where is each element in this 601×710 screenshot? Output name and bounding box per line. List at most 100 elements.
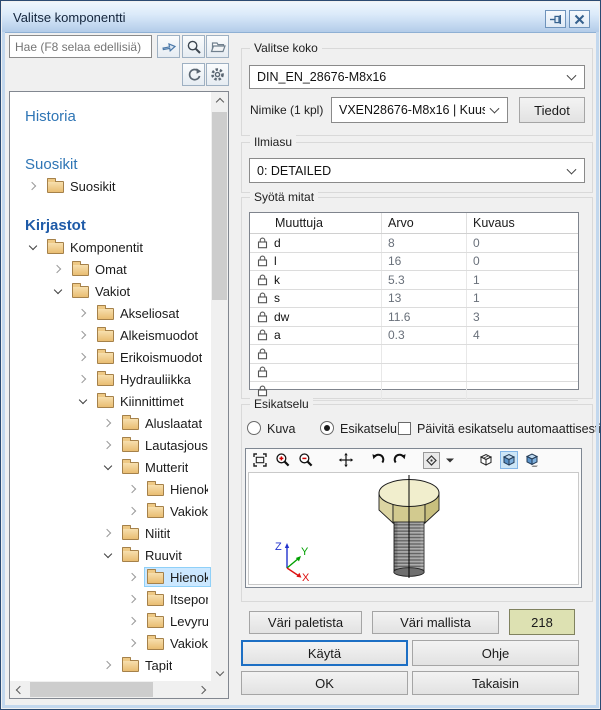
variable-value[interactable]: 16 xyxy=(381,253,466,271)
settings-button[interactable] xyxy=(206,63,229,86)
tree-item[interactable]: Kiinnittimet xyxy=(10,390,211,412)
auto-update-checkbox[interactable] xyxy=(398,422,411,435)
lock-icon[interactable] xyxy=(257,366,268,378)
tree-chevron-icon[interactable] xyxy=(122,610,144,632)
zoom-out-icon[interactable] xyxy=(297,451,315,469)
scroll-left-arrow[interactable] xyxy=(10,681,27,698)
size-select[interactable]: DIN_EN_28676-M8x16 xyxy=(249,65,585,89)
shaded-edges-view-icon[interactable] xyxy=(523,451,541,469)
tree-chevron-icon[interactable] xyxy=(97,522,119,544)
browse-folder-button[interactable] xyxy=(206,35,229,58)
tree-item[interactable]: Aluslaatat xyxy=(10,412,211,434)
pin-button[interactable] xyxy=(545,10,566,28)
lock-icon[interactable] xyxy=(257,385,268,397)
tree-item[interactable]: Levyruuv xyxy=(10,610,211,632)
tree-chevron-icon[interactable] xyxy=(47,280,69,302)
image-radio[interactable] xyxy=(247,421,261,435)
variable-value[interactable]: 13 xyxy=(381,290,466,308)
preview-radio[interactable] xyxy=(320,421,334,435)
tree-item[interactable]: Omat xyxy=(10,258,211,280)
tree-item[interactable]: Suosikit xyxy=(10,153,211,175)
lock-icon[interactable] xyxy=(257,348,268,360)
lock-icon[interactable] xyxy=(257,237,268,249)
tree-chevron-icon[interactable] xyxy=(122,478,144,500)
refresh-button[interactable] xyxy=(182,63,205,86)
tree-chevron-icon[interactable] xyxy=(97,654,119,676)
search-button[interactable] xyxy=(182,35,205,58)
scroll-right-arrow[interactable] xyxy=(194,681,211,698)
zoom-to-fit-icon[interactable] xyxy=(251,451,269,469)
rotate-right-icon[interactable] xyxy=(391,451,409,469)
tree-item[interactable]: Suosikit xyxy=(10,175,211,197)
tree-item[interactable]: Niitit xyxy=(10,522,211,544)
variable-value[interactable] xyxy=(381,345,466,363)
search-go-button[interactable] xyxy=(157,35,180,58)
help-button[interactable]: Ohje xyxy=(412,640,579,666)
scroll-down-arrow[interactable] xyxy=(211,664,228,681)
lock-icon[interactable] xyxy=(257,292,268,304)
nimike-select[interactable]: VXEN28676-M8x16 | Kuusio xyxy=(331,97,508,123)
pan-icon[interactable] xyxy=(337,451,355,469)
tree-item[interactable]: Ruuvit xyxy=(10,544,211,566)
tree-item[interactable]: Vakiokie xyxy=(10,632,211,654)
lock-icon[interactable] xyxy=(257,329,268,341)
apply-button[interactable]: Käytä xyxy=(241,640,408,666)
vertical-scrollbar-thumb[interactable] xyxy=(212,112,227,300)
tree-item[interactable]: Itsepora xyxy=(10,588,211,610)
tree-item[interactable]: Akseliosat xyxy=(10,302,211,324)
lock-icon[interactable] xyxy=(257,311,268,323)
variable-value[interactable] xyxy=(381,382,466,400)
tree-item[interactable]: Komponentit xyxy=(10,236,211,258)
tree-item[interactable]: Hydrauliikka xyxy=(10,368,211,390)
appearance-select[interactable]: 0: DETAILED xyxy=(249,158,585,183)
table-row[interactable]: l 16 0 xyxy=(250,253,578,272)
scroll-up-arrow[interactable] xyxy=(211,92,228,109)
ok-button[interactable]: OK xyxy=(241,671,408,695)
tree-chevron-icon[interactable] xyxy=(72,324,94,346)
horizontal-scrollbar-thumb[interactable] xyxy=(30,682,153,697)
zoom-in-icon[interactable] xyxy=(274,451,292,469)
table-row[interactable] xyxy=(250,364,578,383)
tree-chevron-icon[interactable] xyxy=(122,632,144,654)
hidden-line-view-icon[interactable] xyxy=(477,451,495,469)
tree-chevron-icon[interactable] xyxy=(22,236,44,258)
tree-chevron-icon[interactable] xyxy=(122,588,144,610)
tree-chevron-icon[interactable] xyxy=(72,302,94,324)
tree-item[interactable]: Hienokie xyxy=(10,566,211,588)
tree-item[interactable]: Erikoismuodot xyxy=(10,346,211,368)
lock-icon[interactable] xyxy=(257,255,268,267)
color-from-palette-button[interactable]: Väri paletista xyxy=(249,611,362,634)
view-caret-icon[interactable] xyxy=(445,451,455,469)
variable-value[interactable]: 8 xyxy=(381,234,466,252)
lock-icon[interactable] xyxy=(257,274,268,286)
tree-chevron-icon[interactable] xyxy=(72,346,94,368)
close-button[interactable] xyxy=(569,10,590,28)
tree-horizontal-scrollbar[interactable] xyxy=(10,681,211,698)
tree-item[interactable]: Kirjastot xyxy=(10,214,211,236)
table-row[interactable]: a 0.3 4 xyxy=(250,327,578,346)
tree-item[interactable]: Lautasjouset xyxy=(10,434,211,456)
tree-chevron-icon[interactable] xyxy=(122,500,144,522)
table-row[interactable]: k 5.3 1 xyxy=(250,271,578,290)
tree-chevron-icon[interactable] xyxy=(97,544,119,566)
search-input[interactable] xyxy=(9,35,152,58)
tree-item[interactable]: Tapit xyxy=(10,654,211,676)
tree-item[interactable]: Hienokie xyxy=(10,478,211,500)
tree-chevron-icon[interactable] xyxy=(97,412,119,434)
details-button[interactable]: Tiedot xyxy=(519,97,585,123)
rotate-left-icon[interactable] xyxy=(368,451,386,469)
variable-value[interactable]: 5.3 xyxy=(381,271,466,289)
view-center-button[interactable] xyxy=(422,451,440,469)
variable-value[interactable] xyxy=(381,364,466,382)
tree-vertical-scrollbar[interactable] xyxy=(211,92,228,681)
table-row[interactable]: d 8 0 xyxy=(250,234,578,253)
table-row[interactable] xyxy=(250,345,578,364)
tree-item[interactable]: Vakiot xyxy=(10,280,211,302)
tree-chevron-icon[interactable] xyxy=(97,434,119,456)
tree-item[interactable]: Historia xyxy=(10,105,211,127)
variable-value[interactable]: 11.6 xyxy=(381,308,466,326)
tree-chevron-icon[interactable] xyxy=(122,566,144,588)
tree-item[interactable]: Mutterit xyxy=(10,456,211,478)
tree-chevron-icon[interactable] xyxy=(97,456,119,478)
tree-chevron-icon[interactable] xyxy=(72,390,94,412)
